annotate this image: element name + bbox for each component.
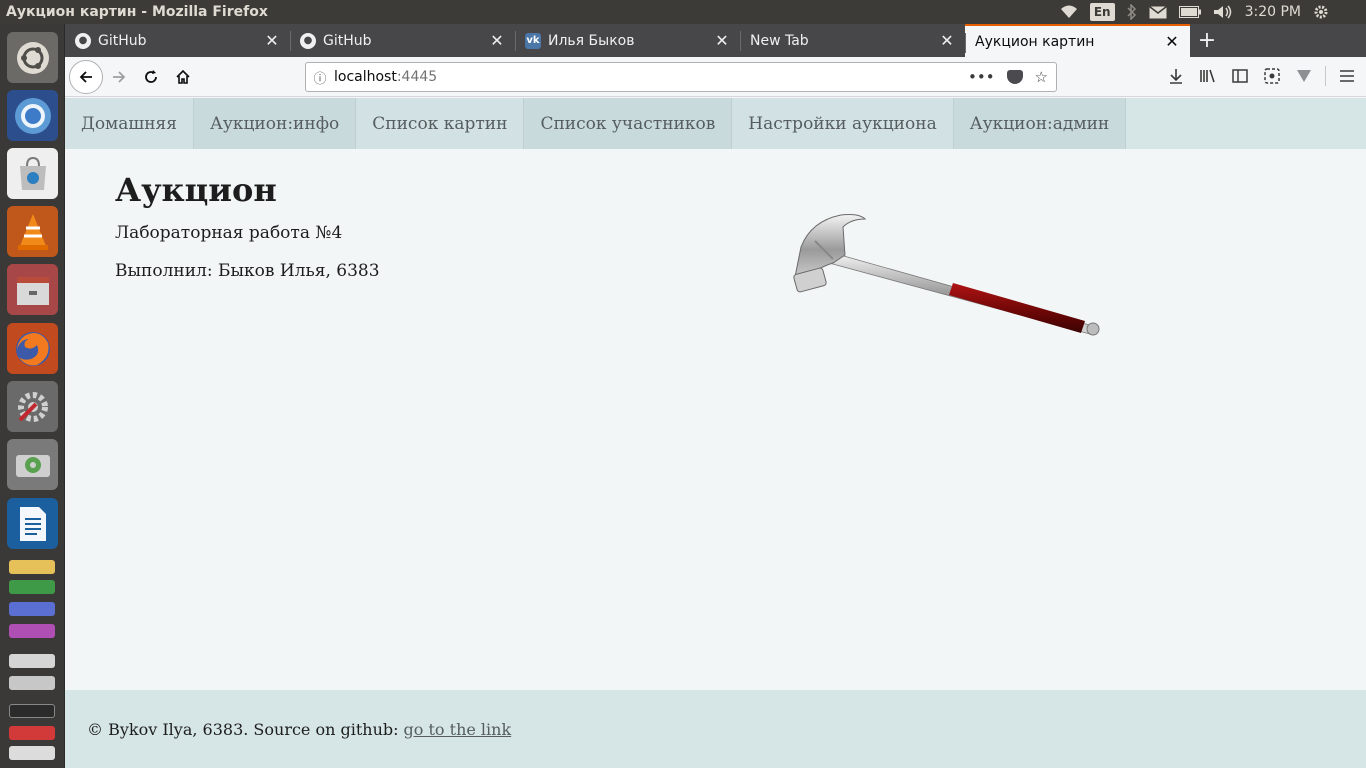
close-tab-icon[interactable]: ✕: [1164, 32, 1180, 51]
hamburger-menu-icon[interactable]: [1336, 61, 1358, 91]
tab-label: GitHub: [323, 32, 372, 49]
browser-toolbar: ⓘ localhost:4445 ••• ☆: [65, 57, 1366, 97]
tab-label: GitHub: [98, 32, 147, 49]
tab-label: New Tab: [750, 32, 809, 49]
launcher-stacked-app[interactable]: [9, 726, 55, 740]
github-icon: ●: [75, 32, 91, 49]
new-tab-button[interactable]: +: [1190, 24, 1224, 57]
main-content: Аукцион Лабораторная работа №4 Выполнил:…: [65, 149, 1366, 690]
library-icon[interactable]: [1197, 61, 1219, 91]
close-tab-icon[interactable]: ✕: [714, 31, 730, 50]
unity-launcher: [0, 24, 65, 768]
launcher-stacked-app[interactable]: [9, 560, 55, 574]
browser-tab[interactable]: ● GitHub ✕: [65, 24, 290, 57]
site-navigation: Домашняя Аукцион:инфо Список картин Спис…: [65, 98, 1366, 149]
disks-icon[interactable]: [7, 439, 58, 490]
libreoffice-writer-icon[interactable]: [7, 498, 58, 549]
web-page: Домашняя Аукцион:инфо Список картин Спис…: [65, 98, 1366, 768]
vk-icon: vk: [525, 32, 541, 49]
close-tab-icon[interactable]: ✕: [489, 31, 505, 50]
close-tab-icon[interactable]: ✕: [264, 31, 280, 50]
launcher-stacked-app[interactable]: [9, 580, 55, 594]
nav-link-auction-settings[interactable]: Настройки аукциона: [732, 98, 954, 149]
keyboard-layout-indicator[interactable]: En: [1089, 3, 1115, 21]
url-port: :4445: [396, 69, 438, 85]
launcher-stacked-app[interactable]: [9, 676, 55, 690]
page-actions-icon[interactable]: •••: [968, 68, 995, 86]
bookmark-star-icon[interactable]: ☆: [1035, 68, 1048, 86]
battery-icon[interactable]: [1178, 2, 1201, 22]
sidebar-icon[interactable]: [1229, 61, 1251, 91]
footer-text: © Bykov Ilya, 6383. Source on github:: [87, 719, 399, 739]
system-tray: En 3:20 PM: [1060, 2, 1366, 22]
system-settings-icon[interactable]: [7, 381, 58, 432]
nav-link-auction-admin[interactable]: Аукцион:админ: [953, 98, 1127, 149]
terminal-icon[interactable]: [9, 704, 55, 718]
site-info-icon[interactable]: ⓘ: [306, 68, 334, 87]
downloads-icon[interactable]: [1165, 61, 1187, 91]
nav-link-paintings-list[interactable]: Список картин: [356, 98, 525, 149]
nav-link-home[interactable]: Домашняя: [65, 98, 194, 149]
home-button[interactable]: [167, 61, 199, 93]
launcher-stacked-app[interactable]: [9, 654, 55, 668]
ubuntu-dash-icon[interactable]: [7, 32, 58, 83]
page-footer: © Bykov Ilya, 6383. Source on github: go…: [65, 690, 1366, 768]
vlc-icon[interactable]: [7, 206, 58, 257]
mail-icon[interactable]: [1148, 2, 1167, 22]
settings-gear-icon[interactable]: [1313, 2, 1329, 22]
forward-button[interactable]: [103, 61, 135, 93]
vpn-extension-icon[interactable]: [1293, 61, 1315, 91]
browser-tab[interactable]: vk Илья Быков ✕: [515, 24, 740, 57]
browser-tab-active[interactable]: Аукцион картин ✕: [965, 24, 1190, 57]
browser-tab[interactable]: ● GitHub ✕: [290, 24, 515, 57]
firefox-icon[interactable]: [7, 323, 58, 374]
launcher-stacked-app[interactable]: [9, 624, 55, 638]
browser-tab[interactable]: New Tab ✕: [740, 24, 965, 57]
lab-work-text: Лабораторная работа №4: [115, 223, 343, 243]
reload-button[interactable]: [135, 61, 167, 93]
pocket-icon[interactable]: [1006, 70, 1023, 84]
screenshot-icon[interactable]: [1261, 61, 1283, 91]
author-text: Выполнил: Быков Илья, 6383: [115, 261, 380, 281]
close-tab-icon[interactable]: ✕: [939, 31, 955, 50]
launcher-stacked-app[interactable]: [9, 602, 55, 616]
nav-link-auction-info[interactable]: Аукцион:инфо: [194, 98, 357, 149]
clock[interactable]: 3:20 PM: [1245, 4, 1301, 20]
bluetooth-icon[interactable]: [1127, 2, 1137, 22]
nav-link-participants-list[interactable]: Список участников: [524, 98, 733, 149]
page-heading: Аукцион: [115, 171, 277, 209]
hammer-image: [793, 214, 1100, 336]
wifi-icon[interactable]: [1060, 2, 1078, 22]
tab-label: Илья Быков: [548, 32, 635, 49]
window-title: Аукцион картин - Mozilla Firefox: [6, 4, 268, 20]
back-button[interactable]: [69, 59, 103, 94]
software-center-icon[interactable]: [7, 148, 58, 199]
github-icon: ●: [300, 32, 316, 49]
volume-icon[interactable]: [1213, 2, 1233, 22]
github-source-link[interactable]: go to the link: [404, 720, 512, 739]
system-top-panel: Аукцион картин - Mozilla Firefox En 3:20…: [0, 0, 1366, 24]
chromium-icon[interactable]: [7, 90, 58, 141]
url-host: localhost: [334, 69, 397, 85]
tab-label: Аукцион картин: [975, 33, 1095, 50]
address-bar[interactable]: ⓘ localhost:4445 ••• ☆: [305, 62, 1057, 92]
files-icon[interactable]: [7, 264, 58, 315]
browser-tab-strip: ● GitHub ✕ ● GitHub ✕ vk Илья Быков ✕ Ne…: [65, 24, 1366, 57]
trash-icon[interactable]: [9, 746, 55, 760]
